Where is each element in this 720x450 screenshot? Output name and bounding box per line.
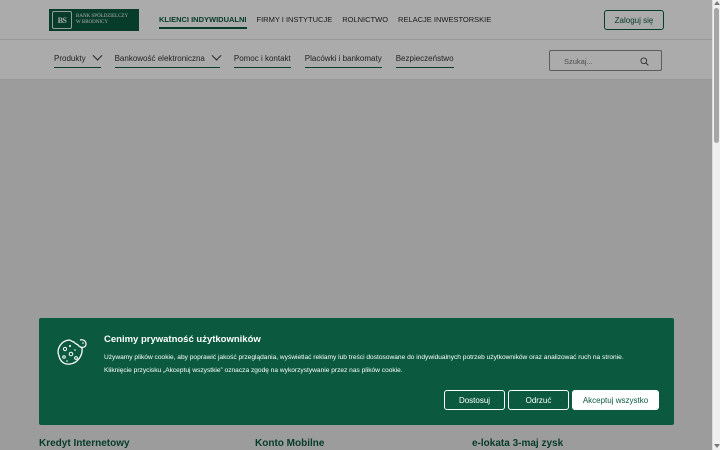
reject-button[interactable]: Odrzuć bbox=[508, 390, 569, 410]
scrollbar-thumb[interactable] bbox=[714, 8, 719, 143]
cookie-icon bbox=[57, 339, 87, 365]
scroll-down-arrow-icon[interactable] bbox=[714, 444, 720, 448]
customize-button[interactable]: Dostosuj bbox=[444, 390, 505, 410]
vertical-scrollbar[interactable] bbox=[712, 0, 720, 450]
cookie-text-line-2: Kliknięcie przycisku „Akceptuj wszystkie… bbox=[104, 366, 403, 374]
cookie-text-line-1: Używamy plików cookie, aby poprawić jako… bbox=[104, 354, 624, 361]
cookie-consent-banner: Cenimy prywatność użytkowników Używamy p… bbox=[39, 318, 674, 425]
scroll-up-arrow-icon[interactable] bbox=[714, 1, 720, 5]
cookie-banner-title: Cenimy prywatność użytkowników bbox=[104, 334, 261, 345]
accept-all-button[interactable]: Akceptuj wszystko bbox=[572, 390, 659, 410]
cookie-banner-text: Używamy plików cookie, aby poprawić jako… bbox=[104, 352, 664, 377]
